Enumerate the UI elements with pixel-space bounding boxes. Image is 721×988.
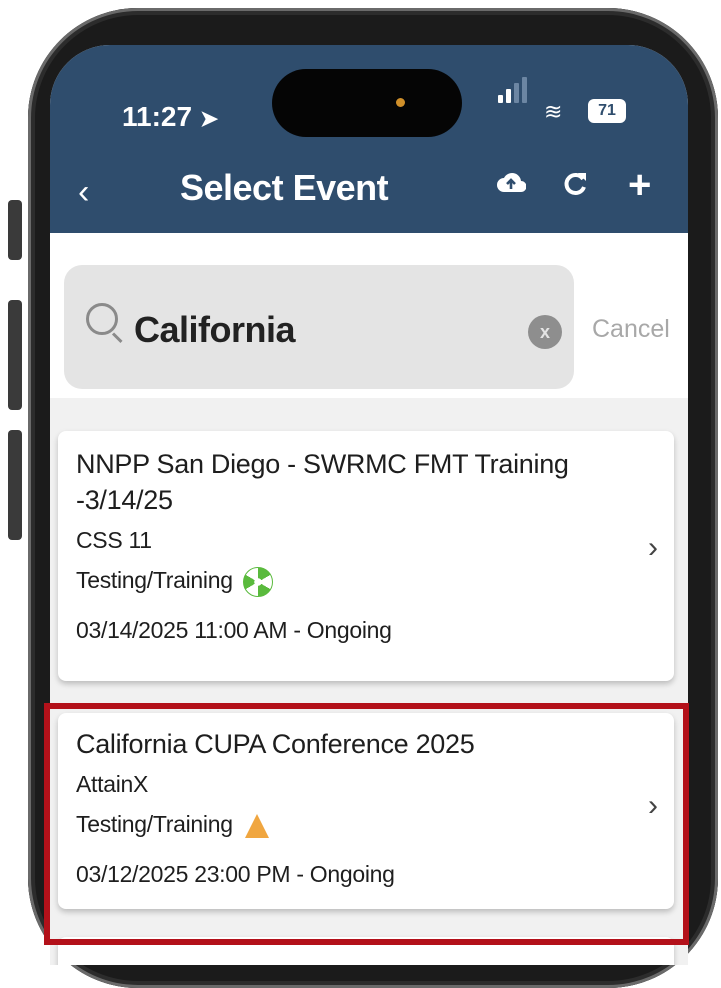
event-organization: CSS 11 bbox=[76, 527, 152, 553]
location-arrow-icon: ➤ bbox=[199, 106, 219, 131]
nav-header: 11:27 ➤ ≋ 71 ‹ Select Event + bbox=[50, 45, 688, 233]
add-icon[interactable]: + bbox=[628, 163, 651, 208]
event-category: Testing/Training bbox=[76, 567, 273, 597]
highlight-box bbox=[44, 703, 689, 945]
page-title: Select Event bbox=[180, 167, 389, 208]
search-field[interactable]: California x bbox=[64, 265, 574, 389]
phone-volume-up-button bbox=[8, 300, 22, 410]
cloud-upload-icon[interactable] bbox=[496, 169, 527, 206]
event-category-label: Testing/Training bbox=[76, 567, 233, 594]
wifi-icon: ≋ bbox=[544, 99, 563, 124]
phone-side-button bbox=[8, 200, 22, 260]
dynamic-island bbox=[272, 69, 462, 137]
camera-indicator bbox=[396, 98, 405, 107]
event-list-item[interactable]: NNPP San Diego - SWRMC FMT Training -3/1… bbox=[58, 431, 674, 681]
refresh-icon[interactable] bbox=[560, 169, 590, 207]
search-input[interactable]: California bbox=[134, 309, 296, 351]
cancel-button[interactable]: Cancel bbox=[592, 315, 670, 344]
event-datetime: 03/14/2025 11:00 AM - Ongoing bbox=[76, 617, 392, 643]
radiation-hazard-icon bbox=[242, 567, 273, 597]
search-icon bbox=[86, 303, 118, 335]
battery-icon: 71 bbox=[588, 99, 626, 123]
phone-volume-down-button bbox=[8, 430, 22, 540]
event-title: NNPP San Diego - SWRMC FMT Training bbox=[76, 449, 569, 479]
chevron-right-icon: › bbox=[648, 531, 658, 564]
clear-search-icon[interactable]: x bbox=[528, 315, 562, 349]
search-bar: California x Cancel bbox=[50, 233, 688, 398]
status-time: 11:27 ➤ bbox=[122, 101, 219, 132]
event-title-continued: -3/14/25 bbox=[76, 485, 173, 515]
back-button[interactable]: ‹ bbox=[78, 173, 89, 212]
